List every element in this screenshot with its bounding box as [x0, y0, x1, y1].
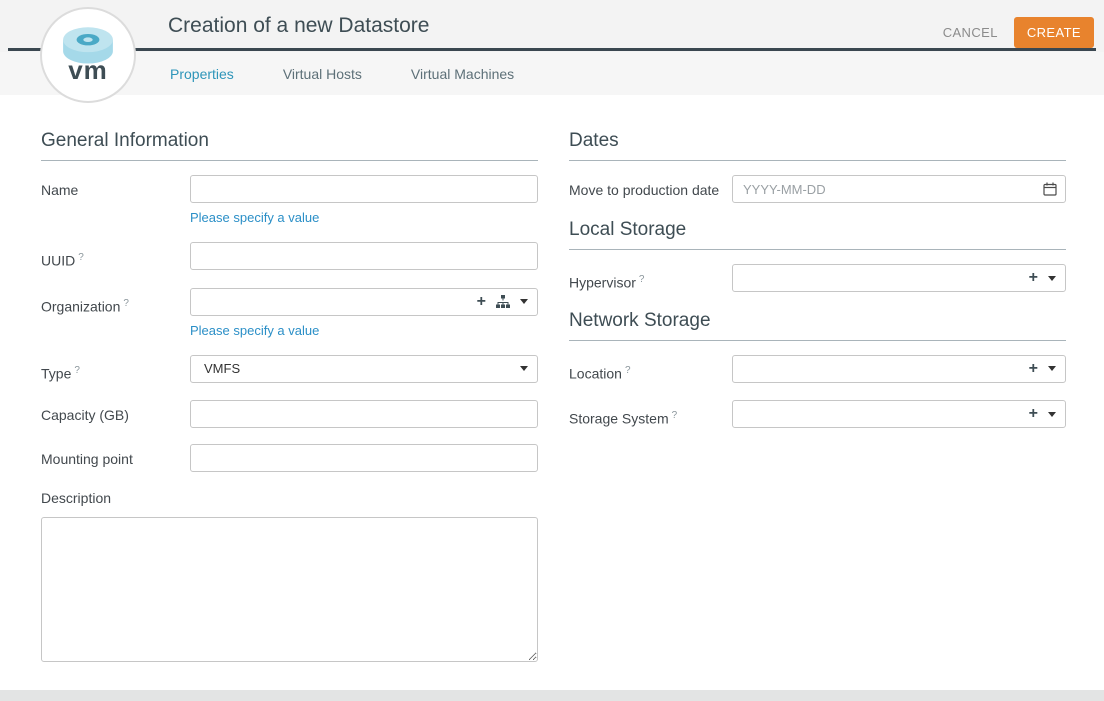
organization-select[interactable]: +: [190, 288, 538, 316]
uuid-help-icon[interactable]: ?: [78, 252, 84, 263]
uuid-input[interactable]: [190, 242, 538, 270]
sitemap-icon[interactable]: [496, 295, 510, 308]
location-label-wrap: Location?: [569, 355, 732, 385]
caret-down-icon[interactable]: [520, 299, 528, 304]
capacity-input[interactable]: [190, 400, 538, 428]
caret-down-icon[interactable]: [520, 366, 528, 371]
add-hypervisor-icon[interactable]: +: [1029, 270, 1038, 286]
add-storage-system-icon[interactable]: +: [1029, 406, 1038, 422]
description-textarea[interactable]: [41, 517, 538, 662]
caret-down-icon[interactable]: [1048, 276, 1056, 281]
storage-system-help-icon[interactable]: ?: [672, 410, 678, 421]
header-divider: [8, 48, 1096, 51]
calendar-icon[interactable]: [1043, 182, 1057, 196]
move-to-production-date-input[interactable]: [732, 175, 1066, 203]
type-label-wrap: Type?: [41, 355, 190, 385]
section-title-general-information: General Information: [41, 130, 538, 161]
location-help-icon[interactable]: ?: [625, 365, 631, 376]
create-button[interactable]: CREATE: [1014, 17, 1094, 48]
tab-properties[interactable]: Properties: [170, 66, 234, 82]
header: Creation of a new Datastore CANCEL CREAT…: [0, 0, 1104, 52]
name-input[interactable]: [190, 175, 538, 203]
section-title-network-storage: Network Storage: [569, 310, 1066, 341]
add-location-icon[interactable]: +: [1029, 361, 1038, 377]
organization-row: Organization? +: [41, 288, 538, 339]
add-organization-icon[interactable]: +: [477, 294, 486, 310]
organization-error-message: Please specify a value: [190, 322, 538, 339]
organization-label: Organization: [41, 298, 120, 314]
uuid-row: UUID?: [41, 242, 538, 272]
move-to-production-row: Move to production date: [569, 175, 1066, 203]
hypervisor-row: Hypervisor? +: [569, 264, 1066, 294]
uuid-label: UUID: [41, 253, 75, 269]
type-label: Type: [41, 365, 71, 381]
tab-virtual-machines[interactable]: Virtual Machines: [411, 66, 514, 82]
move-to-production-label: Move to production date: [569, 175, 732, 203]
uuid-label-wrap: UUID?: [41, 242, 190, 272]
mounting-point-row: Mounting point: [41, 444, 538, 472]
logo-text: vm: [68, 55, 108, 86]
app-logo: vm: [40, 7, 136, 103]
description-row: Description: [41, 488, 538, 667]
general-information-section: General Information Name Please specify …: [41, 130, 538, 667]
hypervisor-label-wrap: Hypervisor?: [569, 264, 732, 294]
storage-system-label-wrap: Storage System?: [569, 400, 732, 430]
capacity-row: Capacity (GB): [41, 400, 538, 428]
storage-system-row: Storage System? +: [569, 400, 1066, 430]
hypervisor-select[interactable]: +: [732, 264, 1066, 292]
name-row: Name Please specify a value: [41, 175, 538, 226]
capacity-label: Capacity (GB): [41, 400, 190, 428]
cancel-button[interactable]: CANCEL: [943, 25, 998, 40]
description-label: Description: [41, 488, 538, 509]
storage-system-select[interactable]: +: [732, 400, 1066, 428]
section-title-dates: Dates: [569, 130, 1066, 161]
page-title: Creation of a new Datastore: [168, 14, 429, 38]
type-help-icon[interactable]: ?: [74, 365, 80, 376]
location-row: Location? +: [569, 355, 1066, 385]
type-select[interactable]: VMFS: [190, 355, 538, 383]
type-select-value: VMFS: [204, 361, 520, 376]
right-column: Dates Move to production date L: [569, 130, 1066, 446]
caret-down-icon[interactable]: [1048, 412, 1056, 417]
location-select[interactable]: +: [732, 355, 1066, 383]
organization-label-wrap: Organization?: [41, 288, 190, 339]
caret-down-icon[interactable]: [1048, 366, 1056, 371]
form-content: General Information Name Please specify …: [0, 95, 1104, 690]
mounting-point-label: Mounting point: [41, 444, 190, 472]
tab-virtual-hosts[interactable]: Virtual Hosts: [283, 66, 362, 82]
type-row: Type? VMFS: [41, 355, 538, 385]
name-error-message: Please specify a value: [190, 209, 538, 226]
tab-bar: Properties Virtual Hosts Virtual Machine…: [0, 52, 1104, 95]
hypervisor-help-icon[interactable]: ?: [639, 274, 645, 285]
location-label: Location: [569, 365, 622, 381]
storage-system-label: Storage System: [569, 411, 669, 427]
header-actions: CANCEL CREATE: [943, 17, 1094, 48]
mounting-point-input[interactable]: [190, 444, 538, 472]
organization-help-icon[interactable]: ?: [123, 298, 129, 309]
section-title-local-storage: Local Storage: [569, 219, 1066, 250]
hypervisor-label: Hypervisor: [569, 275, 636, 291]
name-label: Name: [41, 175, 190, 226]
